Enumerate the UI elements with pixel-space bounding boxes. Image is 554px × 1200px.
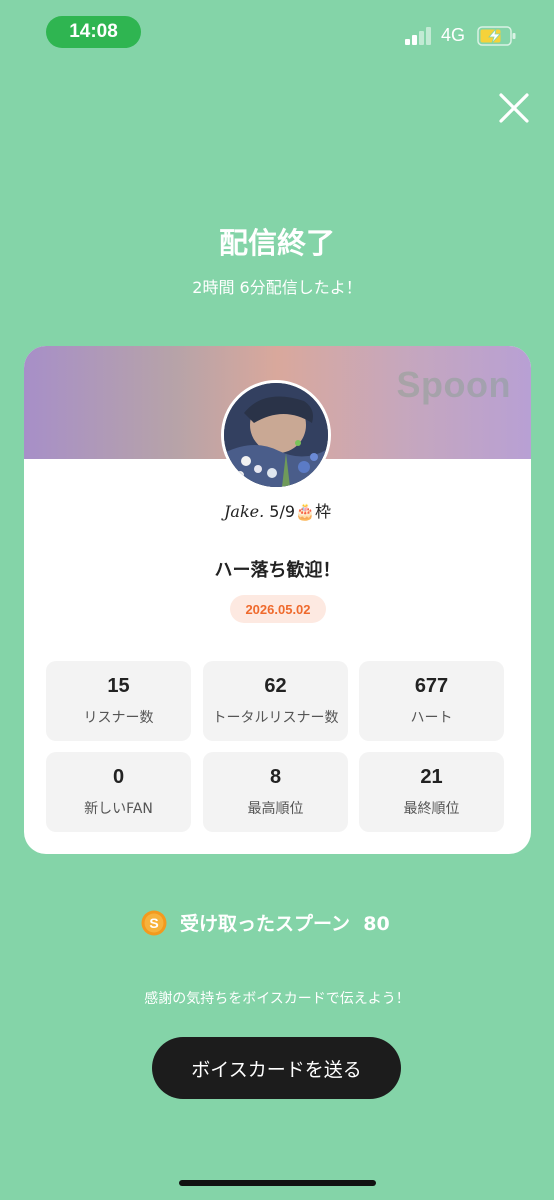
stat-highest-rank: 8 最高順位: [203, 752, 348, 832]
battery-charging-icon: [477, 26, 516, 46]
page-title: 配信終了: [218, 226, 335, 260]
send-voice-card-button[interactable]: ボイスカードを送る: [152, 1037, 401, 1099]
stat-total-listeners: 62 トータルリスナー数: [203, 661, 348, 741]
network-type: 4G: [441, 25, 466, 45]
avatar-image: [224, 383, 328, 487]
spoon-logo: Spoon: [396, 364, 511, 405]
status-time: 14:08: [46, 16, 141, 48]
close-icon[interactable]: [496, 90, 532, 126]
svg-text:S: S: [149, 915, 158, 931]
broadcast-duration: 2時間 6分配信したよ！: [192, 278, 362, 297]
stat-value: 15: [107, 675, 130, 697]
stat-value: 0: [112, 766, 125, 788]
received-spoons-text: 受け取ったスプーン 80: [180, 909, 390, 936]
stat-final-rank: 21 最終順位: [359, 752, 504, 832]
stream-title: ハー落ち歓迎！: [214, 560, 341, 581]
stat-label: ハート: [410, 710, 453, 726]
stat-value: 8: [269, 766, 282, 788]
signal-icon: [405, 27, 431, 45]
user-name-suffix: 5/9🎂枠: [269, 502, 331, 521]
stat-label: リスナー数: [83, 710, 154, 726]
home-indicator: [179, 1180, 376, 1186]
status-bar: 14:08 4G: [0, 0, 554, 64]
spoon-coin-icon: S: [141, 910, 167, 936]
stat-value: 21: [420, 766, 443, 788]
stat-value: 62: [264, 675, 287, 697]
stat-hearts: 677 ハート: [359, 661, 504, 741]
stat-listeners: 15 リスナー数: [46, 661, 191, 741]
received-label: 受け取ったスプーン: [180, 913, 351, 935]
user-name: Jake. 5/9🎂枠: [24, 498, 531, 522]
stat-label: 最終順位: [403, 801, 460, 817]
thanks-message: 感謝の気持ちをボイスカードで伝えよう！: [144, 991, 410, 1007]
received-spoons: S 受け取ったスプーン 80: [0, 906, 554, 938]
date-badge: 2026.05.02: [230, 595, 326, 623]
broadcast-summary-card: Spoon Jake. 5/9🎂枠 ハー落ち歓迎！ 2026.05.02 15 …: [24, 346, 531, 854]
user-name-main: Jake.: [224, 502, 265, 521]
stat-label: トータルリスナー数: [212, 710, 339, 726]
stat-value: 677: [414, 675, 449, 697]
stat-label: 新しいFAN: [84, 801, 153, 817]
stat-new-fans: 0 新しいFAN: [46, 752, 191, 832]
avatar: [221, 380, 331, 490]
received-value: 80: [363, 913, 390, 935]
stat-label: 最高順位: [247, 801, 304, 817]
